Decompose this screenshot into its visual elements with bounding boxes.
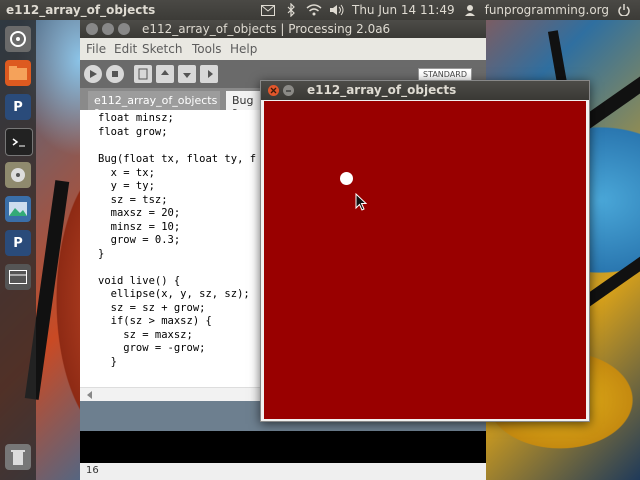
code-line: grow = -grow; <box>98 342 206 354</box>
menu-file[interactable]: File <box>86 42 106 56</box>
console-area <box>80 431 486 463</box>
minimize-icon <box>286 90 291 92</box>
code-line: float grow; <box>98 126 168 138</box>
files-icon[interactable] <box>5 60 31 86</box>
code-line: } <box>98 356 117 368</box>
save-button[interactable] <box>178 65 196 83</box>
sketch-canvas[interactable] <box>264 101 586 419</box>
minimize-button[interactable] <box>283 85 294 96</box>
image-viewer-icon[interactable] <box>5 196 31 222</box>
processing-icon[interactable]: P <box>5 94 31 120</box>
menu-sketch[interactable]: Sketch <box>142 42 182 56</box>
power-icon[interactable] <box>616 2 632 18</box>
menu-bar: File Edit Sketch Tools Help <box>80 38 486 60</box>
export-button[interactable] <box>200 65 218 83</box>
code-line: sz = sz + grow; <box>98 302 206 314</box>
tab-main-sketch[interactable]: e112_array_of_objects § <box>88 91 220 120</box>
clock[interactable]: Thu Jun 14 11:49 <box>352 3 455 17</box>
stop-icon <box>112 71 118 77</box>
disk-icon[interactable] <box>5 162 31 188</box>
close-icon <box>270 87 277 94</box>
code-line: if(sz > maxsz) { <box>98 315 212 327</box>
arrow-up-icon <box>161 70 169 75</box>
code-line: maxsz = 20; <box>98 207 181 219</box>
code-line: y = ty; <box>98 180 155 192</box>
close-button[interactable] <box>86 23 98 35</box>
code-line: sz = maxsz; <box>98 329 193 341</box>
code-line: x = tx; <box>98 167 155 179</box>
menu-tools[interactable]: Tools <box>192 42 222 56</box>
status-line: 16 <box>80 463 486 480</box>
new-button[interactable] <box>134 65 152 83</box>
sketch-titlebar: e112_array_of_objects <box>261 81 589 100</box>
workspace-icon[interactable] <box>5 264 31 290</box>
close-button[interactable] <box>268 85 279 96</box>
arrow-right-icon <box>208 70 213 78</box>
volume-icon[interactable] <box>329 2 345 18</box>
code-line: void live() { <box>98 275 181 287</box>
top-panel: e112_array_of_objects Thu Jun 14 11:49 f… <box>0 0 640 20</box>
code-line: } <box>98 248 105 260</box>
arrow-left-icon <box>87 391 92 399</box>
new-file-icon <box>138 68 148 80</box>
user-icon[interactable] <box>462 2 478 18</box>
menu-edit[interactable]: Edit <box>114 42 137 56</box>
code-line: sz = tsz; <box>98 194 168 206</box>
processing-icon[interactable]: P <box>5 230 31 256</box>
wifi-icon[interactable] <box>306 2 322 18</box>
trash-icon[interactable] <box>5 444 31 470</box>
code-line: ellipse(x, y, sz, sz); <box>98 288 250 300</box>
editor-title: e112_array_of_objects | Processing 2.0a6 <box>142 22 391 36</box>
stop-button[interactable] <box>106 65 124 83</box>
code-line: minsz = 10; <box>98 221 181 233</box>
dash-icon[interactable] <box>5 26 31 52</box>
line-number: 16 <box>86 465 99 476</box>
menu-help[interactable]: Help <box>230 42 257 56</box>
bluetooth-icon[interactable] <box>283 2 299 18</box>
code-line: float minsz; <box>98 112 174 124</box>
bug-ellipse <box>340 172 353 185</box>
code-line: Bug(float tx, float ty, f <box>98 153 257 165</box>
code-line: grow = 0.3; <box>98 234 181 246</box>
active-app-title: e112_array_of_objects <box>6 3 156 17</box>
minimize-button[interactable] <box>102 23 114 35</box>
sketch-title: e112_array_of_objects <box>307 83 457 97</box>
mouse-cursor-icon <box>355 193 367 211</box>
mail-icon[interactable] <box>260 2 276 18</box>
play-icon <box>90 70 97 78</box>
open-button[interactable] <box>156 65 174 83</box>
run-button[interactable] <box>84 65 102 83</box>
maximize-button[interactable] <box>118 23 130 35</box>
terminal-icon[interactable] <box>5 128 33 156</box>
launcher: P P <box>0 20 36 480</box>
user-name[interactable]: funprogramming.org <box>485 3 609 17</box>
sketch-window: e112_array_of_objects <box>260 80 590 422</box>
arrow-down-icon <box>183 73 191 78</box>
editor-titlebar: e112_array_of_objects | Processing 2.0a6 <box>80 20 486 38</box>
